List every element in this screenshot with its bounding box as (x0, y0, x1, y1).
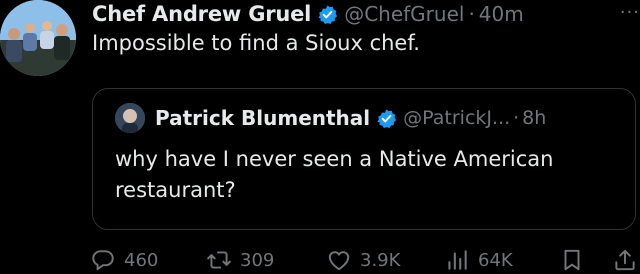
share-button[interactable] (612, 246, 640, 274)
header-separator: · (468, 2, 475, 26)
retweet-icon (207, 251, 231, 269)
quoted-tweet-timestamp: 8h (522, 107, 547, 129)
quoted-header-separator: · (513, 107, 520, 129)
quoted-tweet-card[interactable]: Patrick Blumenthal @PatrickJ... · 8h why… (92, 88, 636, 230)
views-count: 64K (478, 249, 513, 271)
like-button[interactable]: 3.9K (326, 246, 400, 274)
reply-icon (92, 250, 114, 271)
author-display-name[interactable]: Chef Andrew Gruel (92, 2, 311, 26)
quoted-author-display-name: Patrick Blumenthal (155, 106, 371, 130)
more-options-button[interactable]: ··· (620, 2, 640, 23)
views-button[interactable]: 64K (444, 246, 513, 274)
bookmark-button[interactable] (559, 246, 593, 274)
retweet-button[interactable]: 309 (206, 246, 274, 274)
author-handle[interactable]: @ChefGruel (344, 2, 464, 26)
views-chart-icon (448, 250, 467, 270)
quoted-author-handle: @PatrickJ... (403, 107, 511, 129)
tweet-timestamp[interactable]: 40m (479, 2, 524, 26)
quoted-tweet-header: Patrick Blumenthal @PatrickJ... · 8h (115, 103, 546, 133)
quoted-author-avatar (115, 103, 145, 133)
heart-icon (328, 251, 350, 271)
tweet-action-bar: 460 309 3.9K 64K (90, 246, 640, 274)
share-icon (615, 249, 635, 271)
family-photo-avatar (0, 0, 76, 76)
author-avatar[interactable] (0, 0, 76, 76)
like-count: 3.9K (360, 249, 401, 271)
quoted-tweet-text: why have I never seen a Native American … (115, 147, 554, 202)
bookmark-icon (564, 249, 580, 271)
verified-badge-icon (318, 4, 338, 24)
reply-button[interactable]: 460 (90, 246, 158, 274)
reply-count: 460 (124, 249, 159, 271)
portrait-avatar (115, 103, 145, 133)
verified-badge-icon (377, 108, 397, 128)
tweet-text: Impossible to find a Sioux chef. (92, 31, 420, 55)
tweet-header: Chef Andrew Gruel @ChefGruel · 40m (92, 0, 628, 28)
retweet-count: 309 (240, 249, 275, 271)
